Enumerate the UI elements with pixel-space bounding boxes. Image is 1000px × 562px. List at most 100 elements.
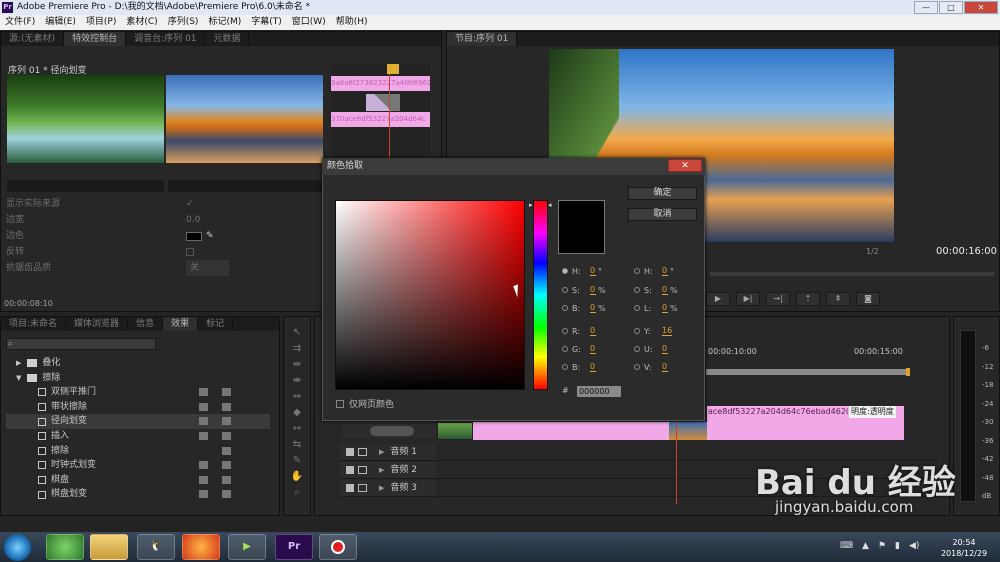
timeline-ruler[interactable]: 00:00:10:00 00:00:15:00 [706,344,940,364]
color-field-marker[interactable] [336,201,341,206]
speaker-icon[interactable] [346,448,354,456]
expand-track-icon[interactable]: ▶ [379,444,384,461]
field-value[interactable]: 0 [662,303,668,313]
yuv-v-field[interactable]: V: 0 [634,361,670,373]
video-clip-thumbnail[interactable] [437,422,473,440]
field-value[interactable]: 0 [590,266,596,276]
tab-markers[interactable]: 标记 [198,317,234,331]
field-value[interactable]: 0 [590,285,596,295]
firefox-icon[interactable] [182,534,220,560]
effects-search-input[interactable] [6,338,156,350]
radio[interactable] [634,364,640,370]
list-item[interactable]: 擦除 [6,444,270,459]
radio[interactable] [562,287,568,293]
taskbar-app-icon[interactable] [46,534,84,560]
field-value[interactable]: 0 [590,344,596,354]
tab-project[interactable]: 项目:未命名 [1,317,67,331]
sync-lock-icon[interactable] [358,484,367,492]
premiere-taskbar-button[interactable]: Pr [275,534,313,560]
menu-title[interactable]: 字幕(T) [246,15,287,30]
tab-source[interactable]: 源:(无素材) [1,32,65,46]
menu-clip[interactable]: 素材(C) [121,15,162,30]
hsb-brightness-field[interactable]: B: 0% [562,302,606,314]
cancel-button[interactable]: 取消 [628,208,697,221]
rolling-edit-tool-icon[interactable]: ⇼ [284,373,310,389]
rate-stretch-tool-icon[interactable]: ⇔ [284,389,310,405]
record-icon[interactable] [319,534,357,560]
antialias-dropdown[interactable]: 关 [186,260,230,276]
yuv-u-field[interactable]: U: 0 [634,343,670,355]
rgb-green-field[interactable]: G: 0 [562,343,598,355]
list-item[interactable]: 带状擦除 [6,400,270,415]
track-toggle[interactable] [370,426,414,436]
transition-block[interactable] [366,94,400,111]
field-value[interactable]: 0 [590,303,596,313]
list-item[interactable]: 插入 [6,429,270,444]
radio[interactable] [634,346,640,352]
video-clip[interactable] [473,422,669,440]
go-to-out-icon[interactable]: →| [766,292,790,306]
radio[interactable] [562,364,568,370]
sync-lock-icon[interactable] [358,466,367,474]
work-area-bar[interactable] [706,369,908,375]
slide-tool-icon[interactable]: ⇆ [284,437,310,453]
radio-selected[interactable] [562,268,568,274]
speaker-icon[interactable] [346,466,354,474]
export-frame-icon[interactable]: ◙ [856,292,880,306]
list-item[interactable]: 双侧平推门 [6,385,270,400]
tab-effect-controls[interactable]: 特效控制台 [64,32,127,46]
clip-keyframe-dropdown[interactable]: 明度:透明度 [849,406,896,418]
field-value[interactable]: 0 [662,285,668,295]
radio[interactable] [634,287,640,293]
radio[interactable] [634,328,640,334]
list-item-folder[interactable]: ▼ 擦除 [6,371,270,386]
play-icon[interactable]: ▶ [706,292,730,306]
maximize-button[interactable]: □ [939,1,963,14]
radio[interactable] [562,346,568,352]
razor-tool-icon[interactable]: ◆ [284,405,310,421]
field-value[interactable]: 16 [662,326,673,336]
hue-slider[interactable] [533,200,548,390]
tab-effects[interactable]: 效果 [163,317,199,331]
pen-tool-icon[interactable]: ✎ [284,453,310,469]
volume-icon[interactable]: ◀) [909,541,919,551]
menu-help[interactable]: 帮助(H) [331,15,373,30]
menu-project[interactable]: 项目(P) [81,15,121,30]
list-item[interactable]: 棋盘划变 [6,487,270,502]
tab-metadata[interactable]: 元数据 [205,32,250,46]
show-source-checkbox[interactable]: ✓ [186,196,194,212]
list-item[interactable]: 棋盘 [6,473,270,488]
hue-slider-right-arrow-icon[interactable]: ◂ [548,201,552,209]
field-value[interactable]: 0 [590,362,596,372]
eyedropper-icon[interactable]: ✎ [206,228,214,244]
speaker-icon[interactable] [346,484,354,492]
expand-track-icon[interactable]: ▶ [379,462,384,479]
list-item[interactable]: 时钟式划变 [6,458,270,473]
expand-track-icon[interactable]: ▶ [379,480,384,497]
field-value[interactable]: 0 [662,344,668,354]
menu-window[interactable]: 窗口(W) [287,15,331,30]
qq-icon[interactable]: 🐧 [137,534,175,560]
extract-icon[interactable]: ⇞ [826,292,850,306]
list-item-selected[interactable]: 径向划变 [6,414,270,429]
close-button[interactable]: ✕ [964,1,998,14]
video-clip-thumbnail[interactable] [669,422,707,440]
border-color-swatch[interactable] [186,232,202,241]
work-area-end-handle[interactable] [906,368,910,376]
rgb-blue-field[interactable]: B: 0 [562,361,598,373]
menu-sequence[interactable]: 序列(S) [163,15,204,30]
zoom-tool-icon[interactable]: ⌕ [284,485,310,501]
clip-a-scrub-bar[interactable] [7,180,164,192]
hsb-saturation-field[interactable]: S: 0% [562,284,606,296]
clip-b-scrub-bar[interactable] [168,180,325,192]
field-value[interactable]: 0 [590,326,596,336]
hue-slider-left-arrow-icon[interactable]: ▸ [529,201,533,209]
program-scrub-bar[interactable] [710,272,994,276]
program-zoom-select[interactable]: 1/2 [866,247,879,256]
rgb-red-field[interactable]: R: 0 [562,325,598,337]
hsb-hue-field[interactable]: H: 0 ° [562,265,602,277]
track-select-tool-icon[interactable]: ⇉ [284,341,310,357]
menu-file[interactable]: 文件(F) [0,15,40,30]
flag-icon[interactable]: ⚑ [878,541,886,551]
step-forward-icon[interactable]: ▶| [736,292,760,306]
